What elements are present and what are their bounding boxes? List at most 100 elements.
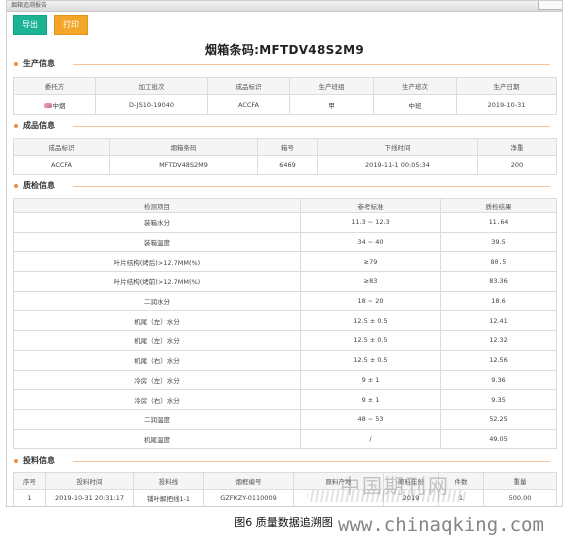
table-cell: 39.5 — [440, 231, 557, 253]
table-cell: GZFKZY-0110009 — [203, 489, 294, 506]
table-cell: 18.6 — [440, 290, 557, 312]
section-bullet-icon — [14, 124, 18, 128]
table-row: 1 2019-10-31 20:31:17 铺叶解把线1-1 GZFKZY-01… — [13, 489, 557, 506]
table-cell: 12.56 — [440, 349, 557, 371]
section-divider — [73, 461, 550, 462]
table-cell: 冷房（左）水分 — [13, 369, 301, 391]
table-cell: 机尾（左）水分 — [13, 310, 301, 332]
section-divider — [73, 186, 550, 187]
table-row: 机尾（左）水分 12.5 ± 0.5 12.41 — [13, 310, 557, 332]
table-cell: 二润水分 — [13, 290, 301, 312]
report-window: 烟箱追溯报告 导出 打印 烟箱条码:MFTDV48S2M9 生产信息 委托方 加… — [6, 0, 563, 507]
table-cell: 49.05 — [440, 428, 557, 450]
quality-table: 检测项目 参考标准 质检结果 装箱水分 11.3 ~ 12.3 11.64 装箱温度 3… — [13, 198, 557, 450]
table-row: 二润温度 48 ~ 53 52.25 — [13, 408, 557, 430]
watermark-logo: 中国期刊网 — [340, 474, 450, 498]
table-cell: / — [300, 428, 441, 450]
table-cell: 9 ± 1 — [300, 389, 441, 410]
table-row: 叶片结构(烤后)>12.7MM(%) ≥79 80.5 — [13, 251, 557, 273]
table-row: 装箱水分 11.3 ~ 12.3 11.64 — [13, 212, 557, 233]
window-close-box[interactable] — [538, 1, 562, 10]
column-header: 烟框编号 — [203, 472, 294, 490]
section-title: 成品信息 — [23, 121, 55, 130]
table-cell: 甲 — [289, 94, 374, 115]
watermark-url: www.chinaqking.com — [338, 514, 544, 536]
table-cell: 2019-11-1 00:05:34 — [317, 155, 478, 175]
column-header: 成品标识 — [207, 77, 290, 95]
table-cell: 80.5 — [440, 251, 557, 273]
table-cell: 11.3 ~ 12.3 — [300, 212, 441, 233]
table-cell: 9 ± 1 — [300, 369, 441, 391]
caption-text: 图6 质量数据追溯图 — [234, 516, 333, 529]
table-cell: 铺叶解把线1-1 — [133, 489, 204, 506]
table-cell: 9.35 — [440, 389, 557, 410]
table-cell: ≥79 — [300, 251, 441, 273]
table-cell: 12.41 — [440, 310, 557, 332]
table-row: 冷房（右）水分 9 ± 1 9.35 — [13, 389, 557, 410]
product-table: 成品标识 烟箱条码 箱号 下线时间 净重 ACCFA MFTDV48S2M9 6… — [13, 138, 557, 175]
table-row: 机尾（左）水分 12.5 ± 0.5 12.32 — [13, 330, 557, 351]
column-header: 净重 — [477, 138, 557, 156]
table-cell: ≥83 — [300, 271, 441, 292]
column-header: 检测项目 — [13, 198, 301, 213]
table-cell: D-JS10-19040 — [95, 94, 208, 115]
table-cell: 机尾温度 — [13, 428, 301, 450]
table-cell: 52.25 — [440, 408, 557, 430]
column-header: 下线时间 — [317, 138, 478, 156]
section-title: 质检信息 — [23, 181, 55, 190]
column-header: 成品标识 — [13, 138, 110, 156]
section-divider — [73, 126, 550, 127]
section-divider — [73, 64, 550, 65]
window-titlebar: 烟箱追溯报告 — [7, 1, 562, 12]
table-row: 机尾（右）水分 12.5 ± 0.5 12.56 — [13, 349, 557, 371]
section-title: 投料信息 — [23, 456, 55, 465]
column-header: 序号 — [13, 472, 46, 490]
column-header: 生产班组 — [289, 77, 374, 95]
table-cell: 中班 — [373, 94, 457, 115]
table-cell: ACCFA — [207, 94, 290, 115]
table-cell: 机尾（右）水分 — [13, 349, 301, 371]
column-header: 投料线 — [133, 472, 204, 490]
section-feeding: 投料信息 — [11, 455, 556, 467]
table-row: 叶片结构(烤前)>12.7MM(%) ≥83 83.36 — [13, 271, 557, 292]
table-cell: 9.36 — [440, 369, 557, 391]
export-button[interactable]: 导出 — [13, 15, 47, 35]
table-cell: 2019-10-31 — [456, 94, 557, 115]
table-row: 机尾温度/49.05 — [13, 428, 557, 450]
table-cell: 二润温度 — [13, 408, 301, 430]
feeding-table: 序号 投料时间 投料线 烟框编号 原料产地 原料年份 件数 重量 1 2019-… — [13, 472, 557, 506]
table-cell: 中烟 — [13, 94, 96, 115]
table-cell: 34 ~ 40 — [300, 231, 441, 253]
table-cell: 18 ~ 20 — [300, 290, 441, 312]
section-bullet-icon — [14, 184, 18, 188]
table-cell: 83.36 — [440, 271, 557, 292]
client-logo-icon — [43, 103, 52, 108]
table-row: ACCFA MFTDV48S2M9 6469 2019-11-1 00:05:3… — [13, 155, 557, 175]
table-row: 冷房（左）水分 9 ± 1 9.36 — [13, 369, 557, 391]
table-cell: 48 ~ 53 — [300, 408, 441, 430]
column-header: 加工批次 — [95, 77, 208, 95]
window-title: 烟箱追溯报告 — [11, 2, 48, 9]
column-header: 烟箱条码 — [109, 138, 258, 156]
table-cell: 2019-10-31 20:31:17 — [45, 489, 134, 506]
section-quality: 质检信息 — [11, 180, 556, 192]
section-production: 生产信息 — [11, 58, 556, 70]
production-table: 委托方 加工批次 成品标识 生产班组 生产班次 生产日期 中烟 D-JS10-1… — [13, 77, 557, 115]
table-cell: 12.5 ± 0.5 — [300, 330, 441, 351]
table-cell: 11.64 — [440, 212, 557, 233]
table-cell: 12.32 — [440, 330, 557, 351]
table-cell: 叶片结构(烤前)>12.7MM(%) — [13, 271, 301, 292]
print-button[interactable]: 打印 — [54, 15, 88, 35]
table-row: 装箱温度 34 ~ 40 39.5 — [13, 231, 557, 253]
column-header: 生产班次 — [373, 77, 457, 95]
table-row: 中烟 D-JS10-19040 ACCFA 甲 中班 2019-10-31 — [13, 94, 557, 115]
table-cell: MFTDV48S2M9 — [109, 155, 258, 175]
table-cell: 机尾（左）水分 — [13, 330, 301, 351]
column-header: 委托方 — [13, 77, 96, 95]
column-header: 生产日期 — [456, 77, 557, 95]
page-title: 烟箱条码:MFTDV48S2M9 — [204, 43, 365, 57]
table-cell: 叶片结构(烤后)>12.7MM(%) — [13, 251, 301, 273]
column-header: 重量 — [483, 472, 557, 490]
column-header: 质检结果 — [440, 198, 557, 213]
section-bullet-icon — [14, 459, 18, 463]
